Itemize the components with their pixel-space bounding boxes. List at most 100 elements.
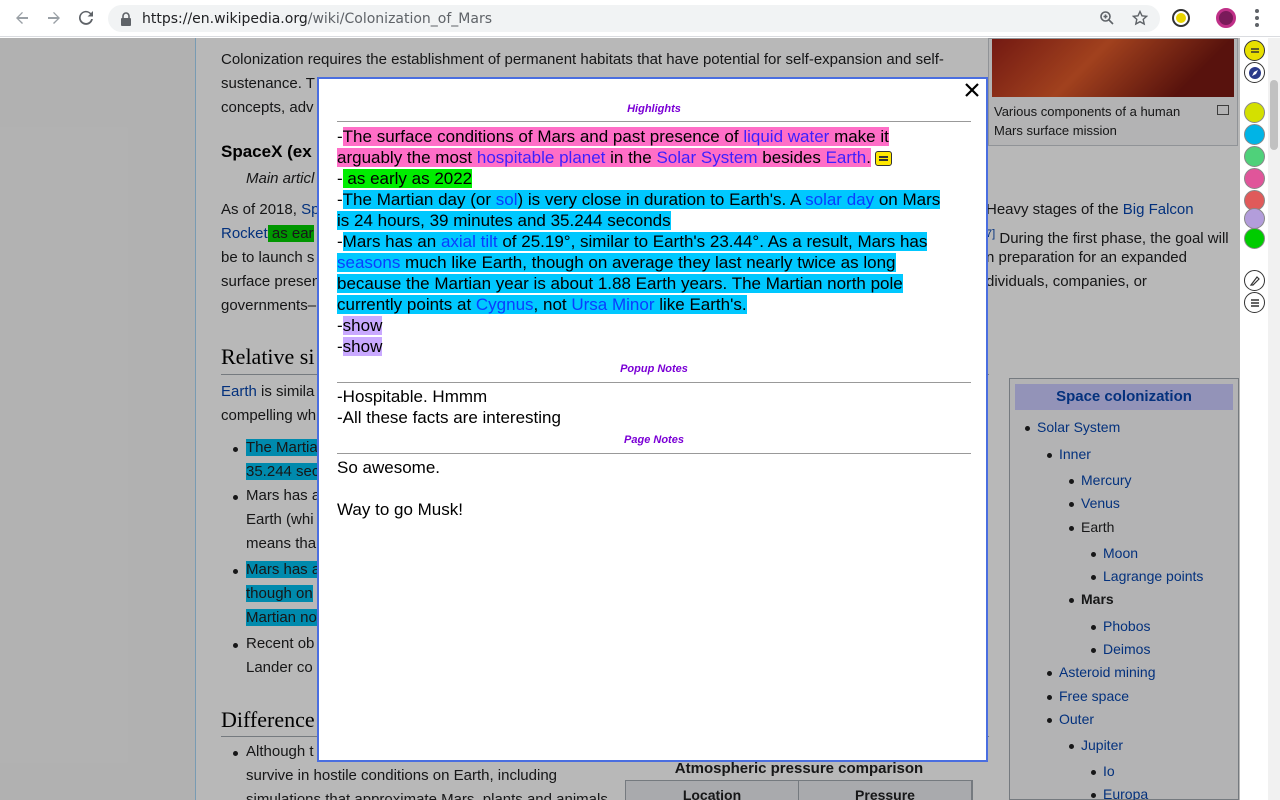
address-bar[interactable]: https://en.wikipedia.org/wiki/Colonizati… [108,5,1160,32]
nav-europa[interactable]: Europa [1103,786,1148,800]
nav-moon[interactable]: Moon [1103,545,1138,561]
menu-icon[interactable] [1252,8,1262,28]
atmospheric-table-caption: Atmospheric pressure comparison [674,760,924,777]
browser-toolbar: https://en.wikipedia.org/wiki/Colonizati… [0,0,1280,37]
color-swatch[interactable] [1244,228,1265,249]
nav-outer[interactable]: Outer [1059,711,1094,727]
nav-jupiter[interactable]: Jupiter [1081,737,1123,753]
bullet [233,569,238,574]
rocket-link[interactable]: Rocket [221,225,268,242]
back-icon[interactable] [6,2,38,34]
nav-deimos[interactable]: Deimos [1103,641,1150,657]
text-line: simulations that approximate Mars, plant… [246,791,608,800]
nav-inner[interactable]: Inner [1059,446,1091,462]
color-swatch[interactable] [1244,168,1265,189]
atmospheric-table-header: Location Pressure [625,780,973,800]
text-line: surface presen [221,273,321,290]
nav-asteroid-mining[interactable]: Asteroid mining [1059,664,1156,680]
divider [337,453,971,454]
highlight-green: as ear [267,225,314,242]
divider [337,382,971,383]
text-line: means tha [246,535,317,552]
avatar[interactable] [1216,8,1236,28]
reload-icon[interactable] [70,2,102,34]
text-line: Heavy stages of the Big Falcon [986,201,1194,218]
text-line: Recent ob [246,635,315,652]
navbox-title[interactable]: Space colonization [1015,384,1233,410]
scrollbar[interactable] [1268,38,1280,800]
text-line: Mars has a [246,561,321,578]
highlight-item[interactable]: -The surface conditions of Mars and past… [337,126,967,168]
highlight-item[interactable]: -show [337,315,383,336]
color-swatch[interactable] [1244,102,1265,123]
nav-io[interactable]: Io [1103,763,1115,779]
earth-link[interactable]: Earth [221,383,257,400]
text-line: survive in hostile conditions on Earth, … [246,767,558,784]
lock-icon [121,11,131,26]
eraser-icon[interactable] [1244,270,1265,291]
highlight-item[interactable]: - as early as 2022 [337,168,473,189]
notes-toggle-icon[interactable] [1244,40,1265,61]
url-text: https://en.wikipedia.org/wiki/Colonizati… [142,10,493,27]
page-notes-heading: Page Notes [624,434,684,446]
bullet [233,751,238,756]
main-article-note: Main articl [246,170,315,187]
text-line: be to launch s [221,249,315,266]
rocket-line: Rocket as ear [221,222,314,246]
list-icon[interactable] [1244,292,1265,313]
nav-solar-system[interactable]: Solar System [1037,419,1120,435]
intro-line: sustenance. T [221,75,315,92]
text-line: n preparation for an expanded [986,249,1187,266]
text-line: Earth is simila [221,383,315,400]
intro-line: concepts, adv [221,99,314,116]
text-line: though on [246,585,313,602]
highlight-item[interactable]: -Mars has an axial tilt of 25.19°, simil… [337,231,967,315]
text-line: 35.244 sec [246,463,320,480]
text-line: Although t [246,743,314,760]
space-colonization-navbox: Space colonization Solar System Inner Me… [1009,378,1239,800]
intro-line: Colonization requires the establishment … [221,51,944,68]
nav-free-space[interactable]: Free space [1059,688,1129,704]
nav-venus[interactable]: Venus [1081,495,1120,511]
highlight-item[interactable]: -The Martian day (or sol) is very close … [337,189,967,231]
text-line: dividuals, companies, or [986,273,1147,290]
page-note[interactable]: Way to go Musk! [337,499,463,520]
nav-phobos[interactable]: Phobos [1103,618,1150,634]
big-falcon-link[interactable]: Big Falcon [1123,201,1194,218]
bullet [233,495,238,500]
compass-icon[interactable] [1244,62,1265,83]
color-swatch[interactable] [1244,146,1265,167]
difference-heading: Difference [221,707,315,732]
highlighter-sidebar [1240,38,1268,800]
bullet [233,643,238,648]
nav-mars: Mars [1081,591,1114,607]
thumbnail-card: Various components of a human Mars surfa… [988,38,1238,146]
nav-lagrange-points[interactable]: Lagrange points [1103,568,1203,584]
extension-icon[interactable] [1172,9,1190,27]
enlarge-icon[interactable] [1217,105,1229,115]
popup-notes-heading: Popup Notes [620,363,688,375]
text-line: Martian no [246,609,317,626]
color-swatch[interactable] [1244,208,1265,229]
highlight-item[interactable]: -show [337,336,383,357]
popup-note: -All these facts are interesting [337,408,561,427]
scrollbar-thumb[interactable] [1270,80,1278,150]
text-line: Earth (whi [246,511,314,528]
nav-mercury[interactable]: Mercury [1081,472,1132,488]
nav-earth: Earth [1081,519,1115,535]
relative-heading: Relative si [221,344,315,369]
divider [337,121,971,122]
mars-mission-image[interactable] [992,39,1234,97]
page-note[interactable]: So awesome. [337,457,440,478]
note-icon[interactable] [874,151,892,167]
table-column-header: Pressure [799,781,972,800]
table-column-header: Location [626,781,799,800]
highlights-popup: Highlights -The surface conditions of Ma… [317,77,988,762]
forward-icon[interactable] [38,2,70,34]
close-icon[interactable] [961,81,983,103]
asof-line: As of 2018, Sp [221,201,320,218]
text-line: Lander co [246,659,313,676]
color-swatch[interactable] [1244,124,1265,145]
bookmark-star-icon[interactable] [1131,9,1149,28]
zoom-icon[interactable] [1098,10,1116,28]
